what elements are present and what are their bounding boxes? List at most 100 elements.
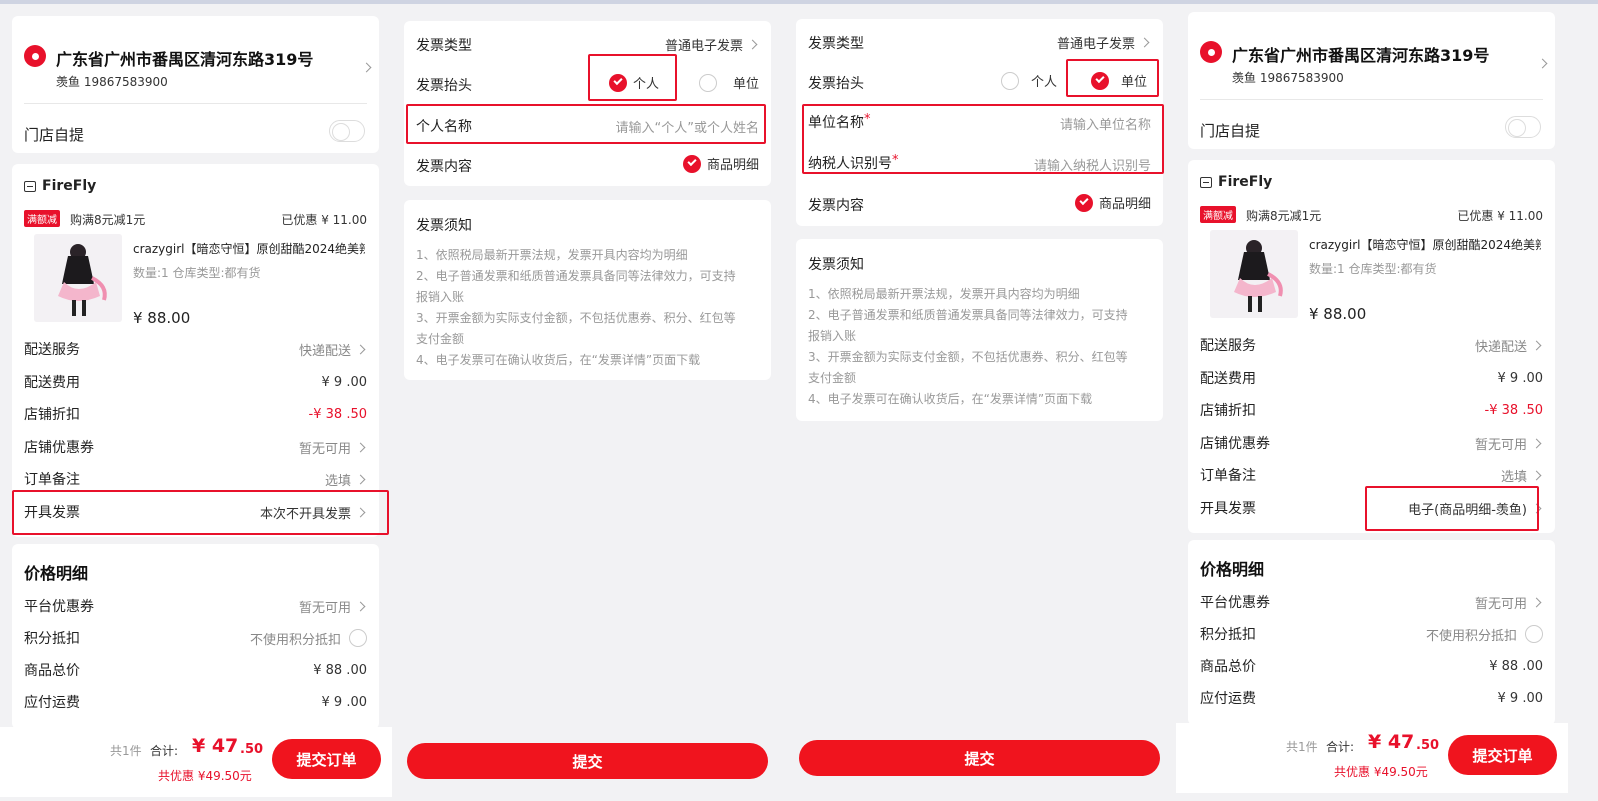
total-discount: 共优惠 ¥49.50元 xyxy=(1334,765,1428,779)
promo-tag: 满额减 xyxy=(24,210,60,227)
store-name: FireFly xyxy=(1218,174,1273,190)
total-label: 合计: xyxy=(150,744,179,758)
promo-text: 购满8元减1元 xyxy=(1246,209,1322,223)
invoice-content-label: 发票内容 xyxy=(416,159,472,175)
promo-text: 购满8元减1元 xyxy=(70,213,146,227)
notice-title: 发票须知 xyxy=(416,218,472,234)
location-pin-icon xyxy=(1200,41,1222,63)
radio-checked-icon xyxy=(682,154,701,173)
promo-saved: 已优惠 ¥ 11.00 xyxy=(281,213,367,227)
order-footer: 共1件 合计: ¥ 47 .50 共优惠 ¥49.50元 提交订单 xyxy=(1176,723,1568,793)
product-meta: 数量:1 仓库类型:都有货 xyxy=(133,266,261,280)
invoice-type-select[interactable]: 普通电子发票 xyxy=(1057,33,1151,52)
total-amount: ¥ 47 xyxy=(1368,731,1415,753)
option-personal[interactable]: 个人 xyxy=(1001,71,1057,90)
fee-row: 配送费用 ¥ 9 .00 xyxy=(24,374,367,392)
chevron-right-icon xyxy=(1531,597,1542,607)
store-card: FireFly 满额减 购满8元减1元 已优惠 ¥ 11.00 crazygir… xyxy=(1188,160,1555,533)
goods-total-row: 商品总价 ¥ 88 .00 xyxy=(1200,658,1543,676)
product-image[interactable] xyxy=(1210,230,1298,318)
coupon-row[interactable]: 店铺优惠券 暂无可用 xyxy=(24,432,367,462)
store-name: FireFly xyxy=(42,178,97,194)
address-card[interactable]: 广东省广州市番禺区清河东路319号 羡鱼 19867583900 门店自提 xyxy=(12,16,379,153)
submit-order-button[interactable]: 提交订单 xyxy=(272,739,381,779)
points-radio[interactable] xyxy=(1525,625,1543,643)
points-row[interactable]: 积分抵扣 不使用积分抵扣 xyxy=(1200,619,1543,649)
notice-title: 发票须知 xyxy=(808,257,864,273)
shipping-row: 应付运费 ¥ 9 .00 xyxy=(1200,690,1543,708)
divider xyxy=(1200,99,1543,100)
invoice-type-label: 发票类型 xyxy=(416,38,472,54)
store-card: FireFly 满额减 购满8元减1元 已优惠 ¥ 11.00 crazygir… xyxy=(12,164,379,537)
personal-option-highlight xyxy=(588,54,677,101)
invoice-panel-personal: 发票类型 普通电子发票 发票抬头 个人 单位 个人名称 请输入“个人”或个人姓名… xyxy=(392,4,784,801)
invoice-notice-card: 发票须知 1、依照税局最新开票法规，发票开具内容均为明细 2、电子普通发票和纸质… xyxy=(796,239,1163,421)
invoice-panel-company: 发票类型 普通电子发票 发票抬头 个人 单位 单位名称* 请输入单位名称 纳税人… xyxy=(784,4,1176,801)
product-price: ¥ 88.00 xyxy=(1309,305,1367,323)
product-meta: 数量:1 仓库类型:都有货 xyxy=(1309,262,1437,276)
platform-coupon-row[interactable]: 平台优惠券 暂无可用 xyxy=(24,591,367,621)
invoice-content-label: 发票内容 xyxy=(808,198,864,214)
coupon-row[interactable]: 店铺优惠券 暂无可用 xyxy=(1200,428,1543,458)
chevron-right-icon xyxy=(355,442,366,452)
price-detail-card: 价格明细 平台优惠券 暂无可用 积分抵扣 不使用积分抵扣 商品总价 ¥ 88 .… xyxy=(1188,540,1555,725)
invoice-type-label: 发票类型 xyxy=(808,36,864,52)
delivery-row[interactable]: 配送服务 快递配送 xyxy=(24,334,367,364)
chevron-right-icon xyxy=(1139,37,1150,48)
goods-total-row: 商品总价 ¥ 88 .00 xyxy=(24,662,367,680)
address-contact: 羡鱼 19867583900 xyxy=(56,75,168,89)
pickup-toggle[interactable] xyxy=(329,120,365,142)
chevron-right-icon xyxy=(1531,438,1542,448)
shipping-row: 应付运费 ¥ 9 .00 xyxy=(24,694,367,712)
promo-saved: 已优惠 ¥ 11.00 xyxy=(1457,209,1543,223)
radio-checked-icon xyxy=(1074,193,1093,212)
points-row[interactable]: 积分抵扣 不使用积分抵扣 xyxy=(24,623,367,653)
invoice-content-option[interactable]: 商品明细 xyxy=(1074,193,1151,212)
platform-coupon-row[interactable]: 平台优惠券 暂无可用 xyxy=(1200,587,1543,617)
chevron-right-icon xyxy=(361,62,372,73)
order-footer: 共1件 合计: ¥ 47 .50 共优惠 ¥49.50元 提交订单 xyxy=(0,727,392,797)
personal-name-highlight xyxy=(406,104,766,144)
submit-invoice-button[interactable]: 提交 xyxy=(407,743,768,779)
location-pin-icon xyxy=(24,45,46,67)
right-edge xyxy=(1568,4,1598,801)
product-name[interactable]: crazygirl【暗恋守恒】原创甜酷2024绝美辣妹系少女套装 xyxy=(133,240,365,257)
invoice-value-highlight xyxy=(1365,486,1539,531)
product-image[interactable] xyxy=(34,234,122,322)
chevron-right-icon xyxy=(1531,340,1542,350)
total-discount: 共优惠 ¥49.50元 xyxy=(158,769,252,783)
store-icon xyxy=(1200,176,1212,188)
product-name[interactable]: crazygirl【暗恋守恒】原创甜酷2024绝美辣妹系少女套装 xyxy=(1309,236,1541,253)
product-price: ¥ 88.00 xyxy=(133,309,191,327)
option-company[interactable]: 单位 xyxy=(699,73,759,92)
submit-invoice-button[interactable]: 提交 xyxy=(799,740,1160,776)
store-header: FireFly xyxy=(24,178,96,194)
pickup-label: 门店自提 xyxy=(24,126,85,144)
pickup-label: 门店自提 xyxy=(1200,122,1261,140)
price-detail-card: 价格明细 平台优惠券 暂无可用 积分抵扣 不使用积分抵扣 商品总价 ¥ 88 .… xyxy=(12,544,379,729)
invoice-content-option[interactable]: 商品明细 xyxy=(682,154,759,173)
pickup-toggle[interactable] xyxy=(1505,116,1541,138)
order-panel-after: 广东省广州市番禺区清河东路319号 羡鱼 19867583900 门店自提 Fi… xyxy=(1176,4,1568,801)
invoice-header-label: 发票抬头 xyxy=(416,78,472,94)
discount-row: 店铺折扣 -¥ 38 .50 xyxy=(1200,402,1543,420)
chevron-right-icon xyxy=(1531,470,1542,480)
address-card[interactable]: 广东省广州市番禺区清河东路319号 羡鱼 19867583900 门店自提 xyxy=(1188,12,1555,149)
address-line: 广东省广州市番禺区清河东路319号 xyxy=(56,50,314,69)
total-amount-decimal: .50 xyxy=(1416,738,1440,753)
chevron-right-icon xyxy=(355,601,366,611)
item-count: 共1件 xyxy=(110,744,142,758)
delivery-row[interactable]: 配送服务 快递配送 xyxy=(1200,330,1543,360)
company-option-highlight xyxy=(1066,59,1159,97)
notice-body: 1、依照税局最新开票法规，发票开具内容均为明细 2、电子普通发票和纸质普通发票具… xyxy=(416,248,736,367)
price-detail-title: 价格明细 xyxy=(1200,560,1265,579)
order-panel-before: 广东省广州市番禺区清河东路319号 羡鱼 19867583900 门店自提 Fi… xyxy=(0,4,392,801)
points-radio[interactable] xyxy=(349,629,367,647)
divider xyxy=(24,103,367,104)
radio-unchecked-icon xyxy=(1001,71,1019,90)
total-amount: ¥ 47 xyxy=(192,735,239,757)
address-contact: 羡鱼 19867583900 xyxy=(1232,71,1344,85)
invoice-type-select[interactable]: 普通电子发票 xyxy=(665,35,759,54)
submit-order-button[interactable]: 提交订单 xyxy=(1448,735,1557,775)
radio-unchecked-icon xyxy=(699,73,717,92)
